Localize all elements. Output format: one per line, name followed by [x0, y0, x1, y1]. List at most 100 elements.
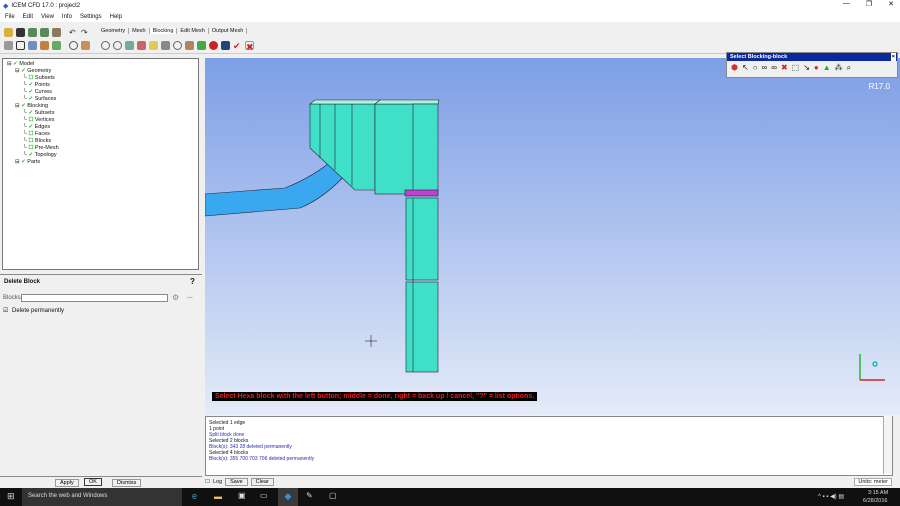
tree-item[interactable]: ⊟ ✓ Model	[7, 61, 194, 68]
zoom-icon[interactable]	[16, 41, 25, 50]
fit-icon[interactable]	[4, 41, 13, 50]
select-3d-icon[interactable]: ∞	[771, 63, 777, 73]
tree-item[interactable]: └ ☐ Subsets	[7, 75, 194, 82]
mesh-icon[interactable]	[40, 28, 49, 37]
pick-icon[interactable]: ↘	[803, 63, 810, 73]
measure-icon[interactable]	[28, 41, 37, 50]
tree-item[interactable]: └ ✓ Surfaces	[7, 96, 194, 103]
save-icon[interactable]	[16, 28, 25, 37]
minimize-button[interactable]: —	[843, 0, 850, 8]
menu-view[interactable]: View	[41, 14, 54, 20]
maximize-button[interactable]: ❐	[866, 0, 872, 8]
edit-block-icon[interactable]	[137, 41, 146, 50]
graphics-viewport[interactable]: R17.0	[205, 58, 900, 415]
app-icon[interactable]: ▢	[329, 491, 337, 500]
split-block-icon[interactable]	[113, 41, 122, 50]
view-icon[interactable]	[69, 41, 78, 50]
shade-icon[interactable]	[81, 41, 90, 50]
select-items-icon[interactable]: ⬢	[731, 63, 738, 73]
tab-blocking[interactable]: Blocking	[149, 28, 178, 34]
tab-mesh[interactable]: Mesh	[129, 28, 150, 34]
tree-item[interactable]: └ ☐ Vertices	[7, 117, 194, 124]
clear-log-button[interactable]: Clear	[250, 477, 274, 486]
log-checkbox[interactable]: ☐	[205, 479, 210, 485]
redo-icon[interactable]: ↷	[81, 28, 90, 37]
merge-vertices-icon[interactable]	[125, 41, 134, 50]
menu-edit[interactable]: Edit	[23, 14, 33, 20]
move-vertex-icon[interactable]	[161, 41, 170, 50]
blocks-input[interactable]	[21, 294, 168, 302]
select-all-icon[interactable]: ●	[814, 63, 819, 73]
app-logo-icon: ◆	[3, 2, 9, 10]
select-by-part-icon[interactable]: ▲	[823, 63, 831, 73]
cursor-icon[interactable]: ↖	[742, 63, 749, 73]
help-icon[interactable]: ?	[190, 277, 195, 286]
tree-item[interactable]: └ ☐ Pre-Mesh	[7, 145, 194, 152]
store-icon[interactable]: ▣	[238, 491, 246, 500]
menu-file[interactable]: File	[5, 14, 15, 20]
pre-mesh-params-icon[interactable]	[197, 41, 206, 50]
tree-item[interactable]: └ ✓ Points	[7, 82, 194, 89]
tree-item[interactable]: ⊟ ✓ Parts	[7, 159, 194, 166]
search-box[interactable]: Search the web and Windows	[22, 488, 182, 506]
delete-block-icon[interactable]: ✖	[245, 41, 254, 52]
message-scrollbar[interactable]	[883, 416, 892, 474]
file-explorer-icon[interactable]: ▬	[214, 492, 222, 501]
clock-time[interactable]: 3:15 AM	[868, 490, 888, 496]
delete-permanently-checkbox[interactable]: ☑	[3, 307, 8, 314]
terminal-icon[interactable]: ▭	[260, 491, 268, 500]
geometry-icon[interactable]	[28, 28, 37, 37]
box-select-icon[interactable]: ⬚	[792, 63, 800, 73]
tree-item-label: Curves	[34, 89, 52, 95]
circle-select-icon[interactable]: ○	[753, 63, 758, 73]
associate-icon[interactable]	[149, 41, 158, 50]
tree-item-label: Subsets	[34, 75, 55, 81]
tree-item[interactable]: ⊟ ✓ Geometry	[7, 68, 194, 75]
save-log-button[interactable]: Save	[225, 477, 248, 486]
open-icon[interactable]	[4, 28, 13, 37]
select-index-icon[interactable]: ⌕	[847, 63, 851, 73]
ok-button[interactable]: OK	[84, 478, 102, 486]
tree-item[interactable]: ⊟ ✓ Blocking	[7, 103, 194, 110]
close-button[interactable]: ✕	[888, 0, 894, 8]
tab-geometry[interactable]: Geometry	[98, 28, 130, 34]
quality-icon[interactable]	[209, 41, 218, 50]
edge-browser-icon[interactable]: e	[192, 491, 197, 501]
more-button[interactable]: …	[187, 294, 193, 300]
tree-item[interactable]: └ ☐ Blocks	[7, 138, 194, 145]
tab-output-mesh[interactable]: Output Mesh	[209, 28, 248, 34]
clock-date[interactable]: 6/28/2016	[863, 498, 887, 504]
inlet-pipe	[205, 157, 351, 217]
display-icon[interactable]	[52, 41, 61, 50]
windows-start-icon[interactable]: ⊞	[7, 491, 15, 502]
select-toolbar-close[interactable]: ×	[890, 53, 896, 61]
menu-info[interactable]: Info	[62, 14, 72, 20]
transform-icon[interactable]	[173, 41, 182, 50]
paint-icon[interactable]: ✎	[306, 491, 313, 500]
panel-title: Delete Block	[4, 279, 41, 285]
select-blocks-icon[interactable]: ⚙	[172, 293, 179, 302]
dismiss-button[interactable]: Dismiss	[112, 479, 142, 487]
check-blocks-icon[interactable]: ✔	[233, 41, 242, 51]
tree-item[interactable]: └ ✓ Topology	[7, 152, 194, 159]
cut-icon[interactable]	[40, 41, 49, 50]
taskbar: ⊞ Search the web and Windows e ▬ ▣ ▭ ◆ ✎…	[0, 488, 900, 506]
apply-button[interactable]: Apply	[55, 479, 79, 487]
icem-taskbar-icon[interactable]: ◆	[278, 488, 298, 506]
cancel-select-icon[interactable]: ✖	[781, 63, 788, 73]
undo-icon[interactable]: ↶	[69, 28, 78, 37]
pre-mesh-smooth-icon[interactable]	[221, 41, 230, 50]
create-block-icon[interactable]	[101, 41, 110, 50]
menu-help[interactable]: Help	[110, 14, 122, 20]
tree-item[interactable]: └ ✓ Curves	[7, 89, 194, 96]
blocking-icon[interactable]	[52, 28, 61, 37]
edit-edge-icon[interactable]	[185, 41, 194, 50]
select-2d-icon[interactable]: ∞	[762, 63, 768, 73]
tab-edit-mesh[interactable]: Edit Mesh	[177, 28, 209, 34]
tray-icons[interactable]: ^ ▪ ▪ ◀) ▤	[818, 493, 844, 500]
select-visible-icon[interactable]: ⁂	[835, 63, 843, 73]
menu-settings[interactable]: Settings	[80, 14, 102, 20]
tree-item[interactable]: └ ☐ Faces	[7, 131, 194, 138]
tree-item[interactable]: └ ✓ Subsets	[7, 110, 194, 117]
tree-item[interactable]: └ ✓ Edges	[7, 124, 194, 131]
